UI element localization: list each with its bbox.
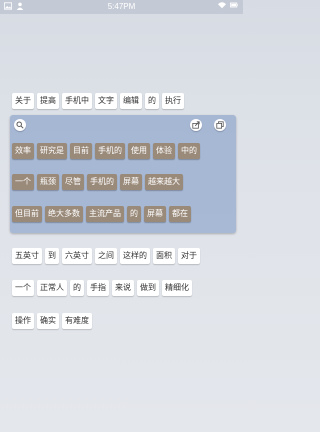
word-chip-selected[interactable]: 屏幕: [120, 174, 142, 190]
word-chip-selected[interactable]: 效率: [12, 143, 34, 159]
word-chip[interactable]: 提高: [37, 93, 59, 109]
word-chip[interactable]: 正常人: [37, 280, 67, 296]
word-chip[interactable]: 操作: [12, 313, 34, 329]
word-chip[interactable]: 有难度: [62, 313, 92, 329]
word-chip-selected[interactable]: 瓶颈: [37, 174, 59, 190]
copy-icon: [216, 121, 224, 129]
word-chip[interactable]: 这样的: [120, 248, 150, 264]
word-chip-selected[interactable]: 目前: [70, 143, 92, 159]
battery-icon: [230, 2, 238, 8]
search-icon: [16, 121, 24, 129]
share-icon: [192, 121, 200, 129]
word-chip[interactable]: 手机中: [62, 93, 92, 109]
word-chip[interactable]: 手指: [87, 280, 109, 296]
word-chip[interactable]: 执行: [162, 93, 184, 109]
word-chip-selected[interactable]: 体验: [153, 143, 175, 159]
word-chip[interactable]: 六英寸: [62, 248, 92, 264]
word-chip[interactable]: 对于: [178, 248, 200, 264]
status-right-icons: [218, 1, 239, 9]
word-chip-selected[interactable]: 绝大多数: [45, 206, 83, 222]
word-chip[interactable]: 一个: [12, 280, 34, 296]
word-chip[interactable]: 五英寸: [12, 248, 42, 264]
wifi-icon: [218, 2, 226, 9]
word-chip[interactable]: 做到: [137, 280, 159, 296]
word-chip[interactable]: 确实: [37, 313, 59, 329]
word-chip-selected[interactable]: 研究是: [37, 143, 67, 159]
word-chip[interactable]: 文字: [95, 93, 117, 109]
word-row-7: 操作 确实 有难度: [12, 313, 92, 329]
word-chip-selected[interactable]: 中的: [178, 143, 200, 159]
word-chip[interactable]: 的: [70, 280, 84, 296]
word-chip-selected[interactable]: 屏幕: [144, 206, 166, 222]
word-chip-selected[interactable]: 一个: [12, 174, 34, 190]
word-chip[interactable]: 关于: [12, 93, 34, 109]
word-chip-selected[interactable]: 主流产品: [86, 206, 124, 222]
word-chip-selected[interactable]: 手机的: [87, 174, 117, 190]
word-chip[interactable]: 的: [145, 93, 159, 109]
word-chip[interactable]: 编辑: [120, 93, 142, 109]
word-chip[interactable]: 来说: [112, 280, 134, 296]
word-row-3: 一个 瓶颈 尽管 手机的 屏幕 越来越大: [12, 174, 183, 190]
share-button[interactable]: [190, 119, 202, 131]
word-chip[interactable]: 面积: [153, 248, 175, 264]
word-chip-selected[interactable]: 都在: [169, 206, 191, 222]
word-chip-selected[interactable]: 但目前: [12, 206, 42, 222]
word-chip-selected[interactable]: 使用: [128, 143, 150, 159]
word-row-6: 一个 正常人 的 手指 来说 做到 精细化: [12, 280, 192, 296]
word-row-1: 关于 提高 手机中 文字 编辑 的 执行: [12, 93, 184, 109]
word-chip-selected[interactable]: 越来越大: [145, 174, 183, 190]
word-chip-selected[interactable]: 尽管: [62, 174, 84, 190]
word-row-5: 五英寸 到 六英寸 之间 这样的 面积 对于: [12, 248, 200, 264]
word-chip[interactable]: 到: [45, 248, 59, 264]
word-chip-selected[interactable]: 的: [127, 206, 141, 222]
search-button[interactable]: [14, 119, 26, 131]
word-chip[interactable]: 之间: [95, 248, 117, 264]
status-bar: 5:47PM: [0, 0, 243, 14]
status-time: 5:47PM: [107, 2, 136, 11]
word-row-4: 但目前 绝大多数 主流产品 的 屏幕 都在: [12, 206, 191, 222]
word-chip[interactable]: 精细化: [162, 280, 192, 296]
word-row-2: 效率 研究是 目前 手机的 使用 体验 中的: [12, 143, 200, 159]
word-chip-selected[interactable]: 手机的: [95, 143, 125, 159]
copy-button[interactable]: [214, 119, 226, 131]
